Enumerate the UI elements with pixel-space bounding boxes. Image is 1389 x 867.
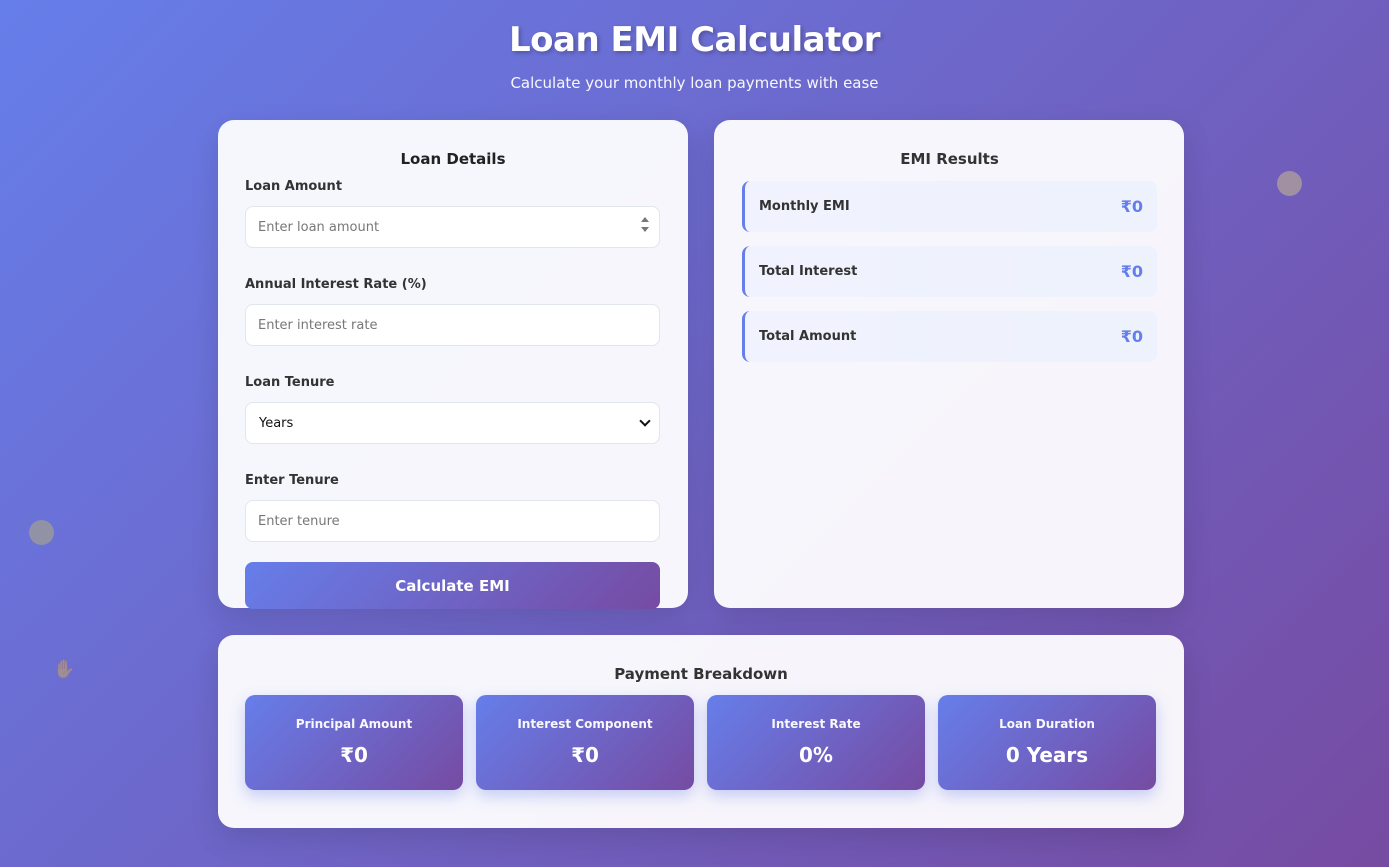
breakdown-value: ₹0 <box>340 743 368 767</box>
floating-dot <box>1277 171 1302 196</box>
loan-amount-input[interactable] <box>245 206 660 248</box>
hand-icon: ✋ <box>53 659 76 680</box>
tenure-input[interactable] <box>245 500 660 542</box>
result-label: Total Interest <box>759 264 858 279</box>
payment-breakdown-card: Payment Breakdown Principal Amount ₹0 In… <box>218 635 1184 828</box>
enter-tenure-field <box>245 500 661 542</box>
interest-rate-input[interactable] <box>245 304 660 346</box>
breakdown-label: Interest Rate <box>771 717 861 731</box>
loan-tenure-label: Loan Tenure <box>245 375 335 390</box>
tenure-type-select[interactable]: Years <box>245 402 660 444</box>
result-label: Monthly EMI <box>759 199 850 214</box>
spin-down-icon[interactable] <box>641 227 649 232</box>
breakdown-label: Loan Duration <box>999 717 1095 731</box>
breakdown-principal: Principal Amount ₹0 <box>245 695 463 790</box>
result-list: Monthly EMI ₹0 Total Interest ₹0 Total A… <box>742 181 1157 362</box>
loan-amount-field <box>245 206 661 248</box>
breakdown-value: 0 Years <box>1005 743 1089 767</box>
page-header: Loan EMI Calculator Calculate your month… <box>0 18 1389 92</box>
spin-up-icon[interactable] <box>641 217 649 222</box>
floating-dot <box>29 520 54 545</box>
result-total-interest: Total Interest ₹0 <box>742 246 1157 297</box>
loan-tenure-field: Years <box>245 402 661 444</box>
result-label: Total Amount <box>759 329 857 344</box>
result-value: ₹0 <box>1120 197 1143 216</box>
result-value: ₹0 <box>1120 262 1143 281</box>
interest-rate-field <box>245 304 661 346</box>
emi-results-card: EMI Results Monthly EMI ₹0 Total Interes… <box>714 120 1184 608</box>
breakdown-label: Interest Component <box>517 717 653 731</box>
breakdown-value: ₹0 <box>571 743 599 767</box>
interest-rate-label: Annual Interest Rate (%) <box>245 277 427 292</box>
breakdown-value: 0% <box>799 743 833 767</box>
result-monthly-emi: Monthly EMI ₹0 <box>742 181 1157 232</box>
page-subtitle: Calculate your monthly loan payments wit… <box>510 74 879 92</box>
loan-details-card: Loan Details Loan Amount Annual Interest… <box>218 120 688 609</box>
breakdown-grid: Principal Amount ₹0 Interest Component ₹… <box>245 695 1157 790</box>
breakdown-label: Principal Amount <box>295 717 413 731</box>
payment-breakdown-title: Payment Breakdown <box>614 665 788 683</box>
loan-amount-label: Loan Amount <box>245 179 343 194</box>
calculate-emi-button[interactable]: Calculate EMI <box>245 562 660 609</box>
loan-details-title: Loan Details <box>400 150 506 168</box>
page-title: Loan EMI Calculator <box>509 20 880 60</box>
number-spinner[interactable] <box>641 217 649 237</box>
emi-results-title: EMI Results <box>900 150 999 168</box>
breakdown-loan-duration: Loan Duration 0 Years <box>938 695 1156 790</box>
enter-tenure-label: Enter Tenure <box>245 473 339 488</box>
breakdown-interest-component: Interest Component ₹0 <box>476 695 694 790</box>
result-total-amount: Total Amount ₹0 <box>742 311 1157 362</box>
breakdown-interest-rate: Interest Rate 0% <box>707 695 925 790</box>
result-value: ₹0 <box>1120 327 1143 346</box>
